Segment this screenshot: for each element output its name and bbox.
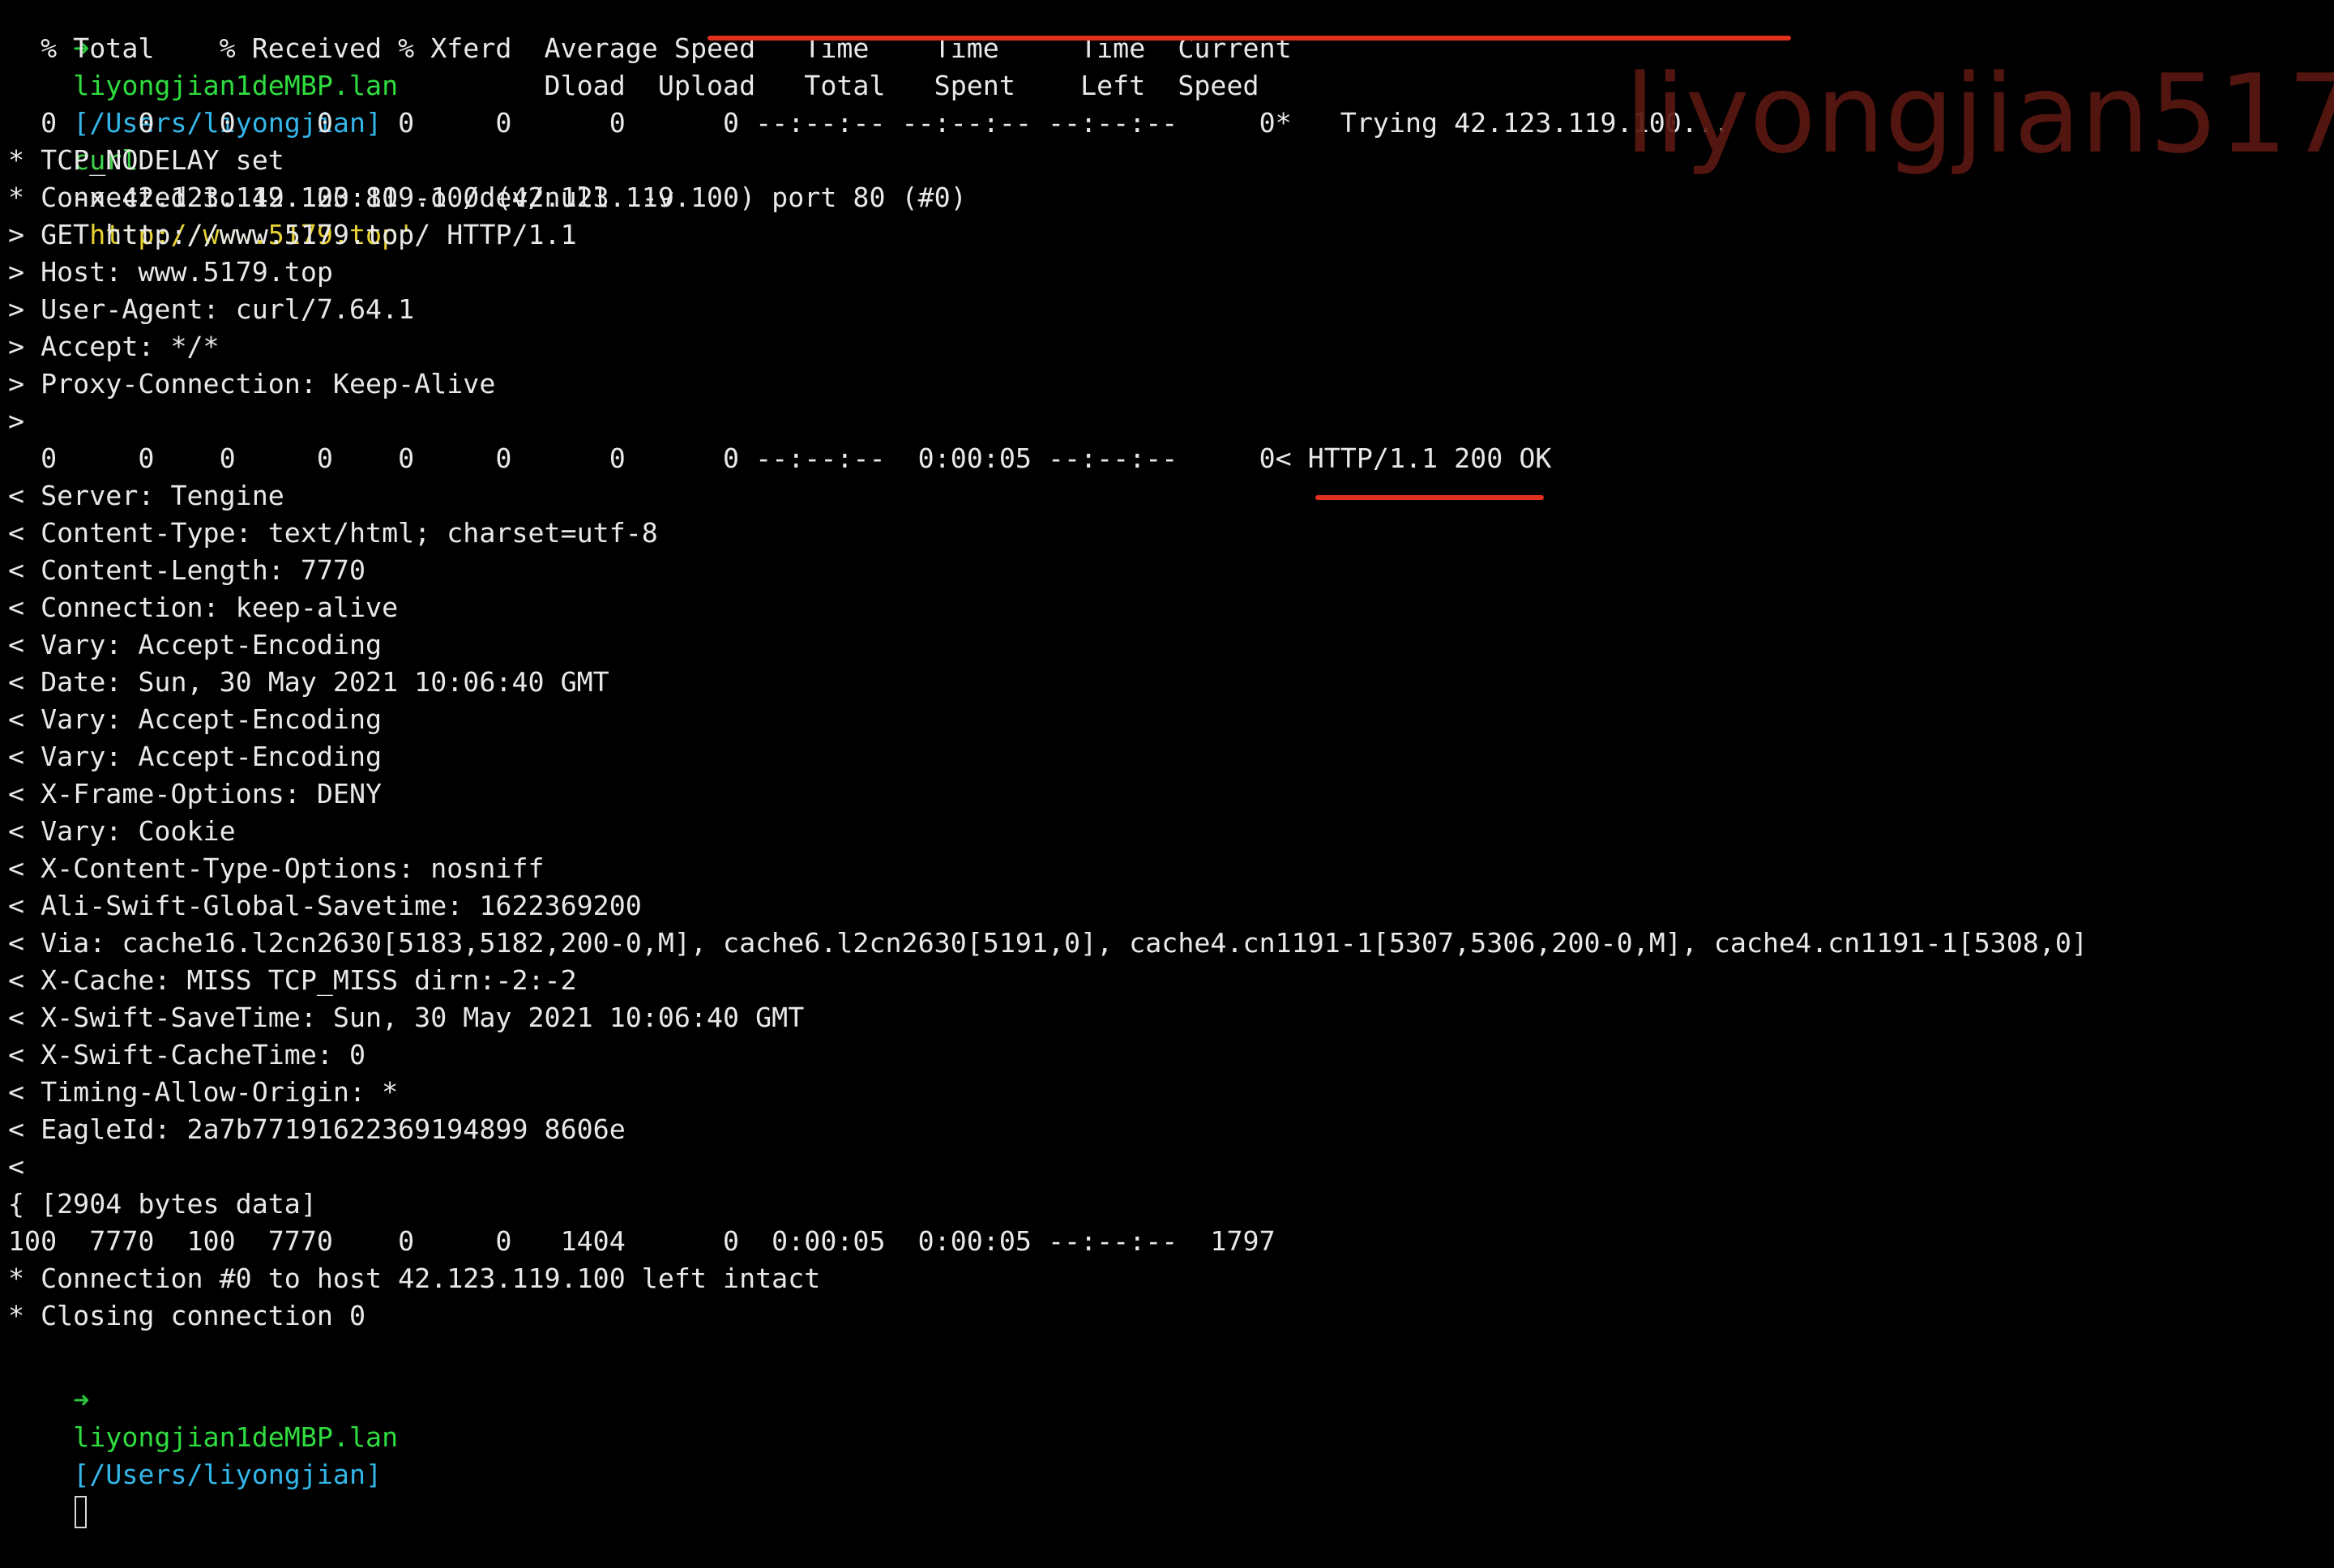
prompt-arrow-icon: ➜ [73,1384,90,1416]
output-line: < Content-Length: 7770 [8,554,366,586]
output-line: { [2904 bytes data] [8,1188,317,1220]
output-line: < EagleId: 2a7b77191622369194899 8606e [8,1113,626,1145]
output-line: < Server: Tengine [8,480,284,511]
output-line: < Vary: Accept-Encoding [8,703,383,735]
output-line: < Ali-Swift-Global-Savetime: 1622369200 [8,890,642,921]
output-line: Dload Upload Total Spent Left Speed [8,70,1259,101]
output-line: 0 0 0 0 0 0 0 0 --:--:-- --:--:-- --:--:… [8,107,1730,139]
output-line: < Timing-Allow-Origin: * [8,1076,399,1108]
status-underline [1315,495,1544,500]
output-line: > User-Agent: curl/7.64.1 [8,293,415,325]
output-line: < X-Swift-CacheTime: 0 [8,1039,366,1070]
output-line: < Connection: keep-alive [8,592,399,623]
output-line: * TCP_NODELAY set [8,144,284,176]
output-line: 100 7770 100 7770 0 0 1404 0 0:00:05 0:0… [8,1225,1276,1257]
output-line: < [8,1151,25,1182]
output-line: < Content-Type: text/html; charset=utf-8 [8,517,658,549]
prompt-host: liyongjian1deMBP.lan [73,1421,399,1453]
output-line: > Proxy-Connection: Keep-Alive [8,368,496,399]
command-underline [707,36,1791,41]
final-prompt-line[interactable]: ➜ liyongjian1deMBP.lan [/Users/liyongjia… [8,1344,398,1528]
output-line: < Date: Sun, 30 May 2021 10:06:40 GMT [8,666,609,698]
output-line: < Vary: Accept-Encoding [8,741,383,772]
output-line: * Connected to 42.123.119.100 (42.123.11… [8,182,967,213]
output-line: > GET http://www.5179.top/ HTTP/1.1 [8,219,577,250]
prompt-path: [/Users/liyongjian] [73,1459,383,1490]
terminal-window[interactable]: ➜ liyongjian1deMBP.lan [/Users/liyongjia… [0,0,2334,1528]
output-line: * Connection #0 to host 42.123.119.100 l… [8,1263,821,1294]
text-cursor [75,1496,88,1528]
output-line: < Vary: Cookie [8,815,236,847]
output-line: * Closing connection 0 [8,1300,366,1331]
command-line: ➜ liyongjian1deMBP.lan [/Users/liyongjia… [8,0,674,250]
output-line: < X-Swift-SaveTime: Sun, 30 May 2021 10:… [8,1002,805,1033]
output-line: 0 0 0 0 0 0 0 0 --:--:-- 0:00:05 --:--:-… [8,442,1552,474]
output-line: > Accept: */* [8,331,220,362]
output-line: > [8,405,25,437]
output-line: < Vary: Accept-Encoding [8,629,383,660]
output-line: < X-Cache: MISS TCP_MISS dirn:-2:-2 [8,964,577,996]
output-line: < X-Frame-Options: DENY [8,778,383,810]
watermark: liyongjian5179 [1625,51,2334,177]
output-line: < X-Content-Type-Options: nosniff [8,852,545,884]
output-line: < Via: cache16.l2cn2630[5183,5182,200-0,… [8,927,2088,959]
output-line: > Host: www.5179.top [8,256,333,288]
